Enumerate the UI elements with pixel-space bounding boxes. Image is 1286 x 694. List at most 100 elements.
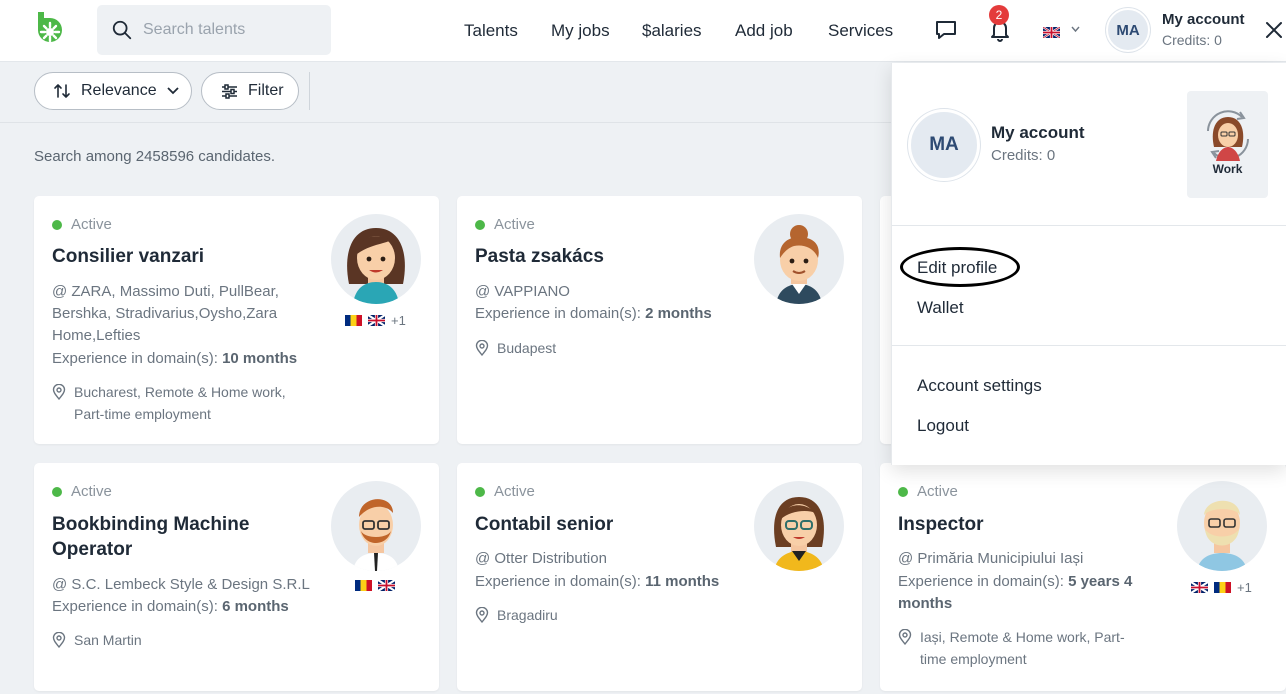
- logout-link[interactable]: Logout: [917, 416, 969, 436]
- card-company: @ Primăria Municipiului Iași: [898, 550, 1084, 567]
- card-experience: Experience in domain(s): 2 months: [475, 305, 712, 322]
- location-pin-icon: [898, 629, 912, 645]
- filter-button[interactable]: Filter: [201, 72, 299, 110]
- ro-flag-icon: [1214, 582, 1231, 593]
- extra-languages-count: +1: [1237, 580, 1252, 595]
- status-badge: Active: [898, 483, 958, 500]
- candidate-card[interactable]: Active Consilier vanzari @ ZARA, Massimo…: [34, 196, 439, 444]
- status-dot: [475, 486, 485, 497]
- close-icon[interactable]: [1264, 20, 1284, 40]
- candidate-avatar: [331, 214, 421, 304]
- account-credits: Credits: 0: [1162, 32, 1222, 48]
- search-input[interactable]: [143, 21, 313, 39]
- chevron-down-icon: [1071, 26, 1080, 33]
- uk-flag-icon: [1043, 27, 1060, 39]
- location-pin-icon: [52, 632, 66, 648]
- card-company: @ S.C. Lembeck Style & Design S.R.L: [52, 576, 310, 593]
- card-location: Budapest: [475, 337, 556, 359]
- work-mode-switch[interactable]: Work: [1187, 91, 1268, 198]
- candidate-avatar: [1177, 481, 1267, 571]
- work-avatar-icon: [1207, 110, 1249, 161]
- card-company: @ Otter Distribution: [475, 550, 607, 567]
- candidate-card[interactable]: Active Bookbinding Machine Operator @ S.C…: [34, 463, 439, 691]
- chat-icon[interactable]: [934, 18, 958, 42]
- annotation-circle: [900, 247, 1020, 287]
- filter-sliders-icon: [222, 83, 237, 99]
- woman-avatar-icon: [774, 497, 824, 571]
- card-company: @ ZARA, Massimo Duti, PullBear,: [52, 283, 279, 300]
- account-dropdown: MA My account Credits: 0 Work Edit profi…: [891, 63, 1286, 465]
- status-dot: [898, 486, 908, 497]
- uk-flag-icon: [1191, 582, 1208, 593]
- sort-label: Relevance: [81, 82, 157, 99]
- dropdown-credits: Credits: 0: [991, 147, 1056, 164]
- uk-flag-icon: [378, 580, 395, 591]
- card-company: Bershka, Stradivarius,Oysho,Zara: [52, 305, 278, 322]
- status-badge: Active: [475, 216, 535, 233]
- candidate-card[interactable]: Active Contabil senior @ Otter Distribut…: [457, 463, 862, 691]
- card-title[interactable]: Bookbinding Machine Operator: [52, 512, 249, 562]
- avatar[interactable]: MA: [1106, 8, 1150, 52]
- language-selector[interactable]: [1043, 24, 1080, 42]
- nav-add-job[interactable]: Add job: [735, 21, 793, 41]
- extra-languages-count: +1: [391, 313, 406, 328]
- dropdown-divider: [892, 225, 1286, 226]
- card-company: Home,Lefties: [52, 327, 141, 344]
- nav-services[interactable]: Services: [828, 21, 893, 41]
- nav-my-jobs[interactable]: My jobs: [551, 21, 610, 41]
- filter-label: Filter: [248, 82, 284, 99]
- account-settings-link[interactable]: Account settings: [917, 376, 1042, 396]
- woman-avatar-icon: [776, 225, 822, 304]
- work-label: Work: [1212, 162, 1243, 176]
- man-avatar-icon: [1197, 500, 1247, 571]
- ro-flag-icon: [345, 315, 362, 326]
- status-dot: [52, 486, 62, 497]
- card-location: San Martin: [52, 629, 142, 651]
- status-badge: Active: [475, 483, 535, 500]
- candidate-avatar: [331, 481, 421, 571]
- card-location: Iași, Remote & Home work, Part-time empl…: [898, 626, 1125, 670]
- language-flags: +1: [345, 313, 406, 328]
- ro-flag-icon: [355, 580, 372, 591]
- card-title[interactable]: Inspector: [898, 512, 984, 537]
- status-badge: Active: [52, 216, 112, 233]
- status-badge: Active: [52, 483, 112, 500]
- candidate-card[interactable]: Active Inspector @ Primăria Municipiului…: [880, 463, 1286, 691]
- search-box[interactable]: [97, 5, 331, 55]
- location-pin-icon: [52, 384, 66, 400]
- card-experience: months: [898, 595, 953, 612]
- card-experience: Experience in domain(s): 10 months: [52, 350, 298, 367]
- card-title[interactable]: Contabil senior: [475, 512, 613, 537]
- woman-avatar-icon: [347, 228, 405, 304]
- candidate-avatar: [754, 481, 844, 571]
- search-count: Search among 2458596 candidates.: [34, 148, 276, 165]
- account-title[interactable]: My account: [1162, 11, 1245, 28]
- card-title[interactable]: Pasta zsakács: [475, 244, 604, 269]
- sort-button[interactable]: Relevance: [34, 72, 192, 110]
- card-location: Bucharest, Remote & Home work, Part-time …: [52, 381, 286, 425]
- location-pin-icon: [475, 607, 489, 623]
- nav-talents[interactable]: Talents: [464, 21, 518, 41]
- card-experience: Experience in domain(s): 11 months: [475, 573, 720, 590]
- chevron-down-icon: [166, 87, 179, 95]
- toolbar-divider: [309, 72, 310, 110]
- nav-salaries[interactable]: $alaries: [642, 21, 702, 41]
- logo-icon[interactable]: [30, 10, 66, 46]
- dropdown-account-title: My account: [991, 123, 1085, 142]
- location-pin-icon: [475, 340, 489, 356]
- card-experience: Experience in domain(s): 5 years 4: [898, 573, 1133, 590]
- notification-badge: 2: [989, 5, 1009, 25]
- search-icon: [112, 20, 132, 40]
- candidate-card[interactable]: Active Pasta zsakács @ VAPPIANO Experien…: [457, 196, 862, 444]
- language-flags: [355, 580, 395, 591]
- man-avatar-icon: [353, 499, 399, 571]
- card-title[interactable]: Consilier vanzari: [52, 244, 204, 269]
- dropdown-divider: [892, 345, 1286, 346]
- wallet-link[interactable]: Wallet: [917, 298, 964, 318]
- card-experience: Experience in domain(s): 6 months: [52, 598, 289, 615]
- card-company: @ VAPPIANO: [475, 283, 570, 300]
- uk-flag-icon: [368, 315, 385, 326]
- status-dot: [52, 219, 62, 230]
- dropdown-avatar: MA: [908, 109, 980, 181]
- top-header: Talents My jobs $alaries Add job Service…: [0, 0, 1286, 62]
